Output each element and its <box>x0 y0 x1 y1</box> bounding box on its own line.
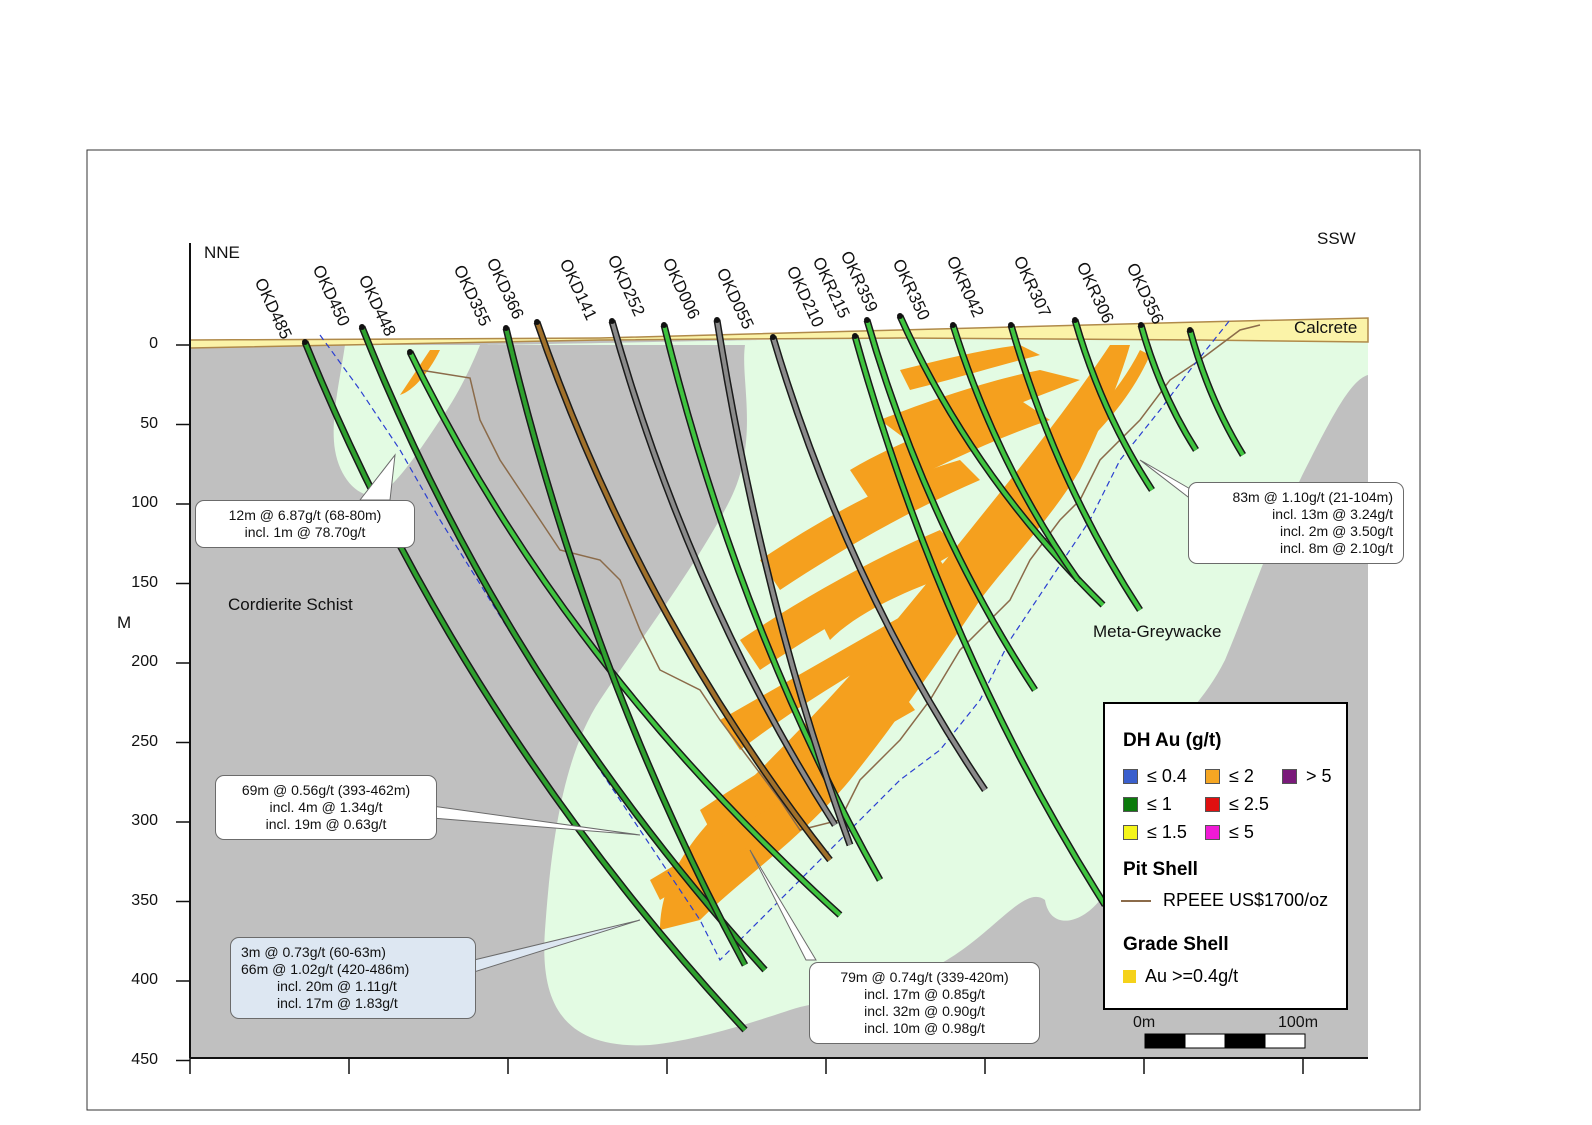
legend-grade-shell-item: Au >=0.4g/t <box>1123 966 1238 987</box>
legend-grade-item: ≤ 1 <box>1123 794 1172 815</box>
legend-grade-label: ≤ 2 <box>1229 766 1254 786</box>
callout-line: 83m @ 1.10g/t (21-104m) <box>1232 489 1393 505</box>
legend-grade-item: ≤ 1.5 <box>1123 822 1187 843</box>
depth-tick-label: 250 <box>131 732 158 750</box>
calcrete-label: Calcrete <box>1294 318 1358 337</box>
drillhole-collar <box>714 317 720 323</box>
legend-swatch <box>1123 797 1138 812</box>
drillhole-collar <box>534 319 540 325</box>
legend-grade-label: ≤ 0.4 <box>1147 766 1187 786</box>
scale-bar <box>1144 1033 1306 1049</box>
depth-unit-label: M <box>117 613 132 632</box>
callout-line: incl. 4m @ 1.34g/t <box>269 799 383 815</box>
intercept-callout-okd141: 79m @ 0.74g/t (339-420m) incl. 17m @ 0.8… <box>809 962 1040 1044</box>
callout-line: incl. 10m @ 0.98g/t <box>864 1020 985 1036</box>
legend-grade-item: ≤ 2 <box>1205 766 1254 787</box>
legend-swatch <box>1205 825 1220 840</box>
depth-tick-label: 400 <box>131 971 158 988</box>
legend-swatch <box>1123 825 1138 840</box>
depth-tick-label: 0 <box>149 335 158 352</box>
intercept-callout-okd485: 12m @ 6.87g/t (68-80m) incl. 1m @ 78.70g… <box>195 500 415 548</box>
drillhole-collar <box>950 322 956 328</box>
drillhole-collar <box>1072 317 1078 323</box>
intercept-callout-okd356: 83m @ 1.10g/t (21-104m) incl. 13m @ 3.24… <box>1188 482 1404 564</box>
drillhole-collar <box>407 349 413 355</box>
legend-pit-title: Pit Shell <box>1123 859 1198 880</box>
drillhole-collar <box>609 318 615 324</box>
callout-line: incl. 2m @ 3.50g/t <box>1279 523 1393 539</box>
callout-line: incl. 1m @ 78.70g/t <box>244 524 366 540</box>
drillhole-collar <box>770 334 776 340</box>
drillhole-collar <box>1187 327 1193 333</box>
legend-grade-label: Au >=0.4g/t <box>1145 966 1239 986</box>
legend-swatch <box>1205 769 1220 784</box>
intercept-callout-okd450: 3m @ 0.73g/t (60-63m) 66m @ 1.02g/t (420… <box>230 937 476 1019</box>
legend-grade-item: > 5 <box>1282 766 1332 787</box>
callout-line: incl. 8m @ 2.10g/t <box>1279 540 1393 556</box>
drillhole-collar <box>1138 322 1144 328</box>
depth-tick-label: 200 <box>131 653 158 670</box>
depth-tick-label: 300 <box>131 812 158 829</box>
callout-line: 79m @ 0.74g/t (339-420m) <box>840 969 1009 985</box>
drillhole-collar <box>302 339 308 345</box>
callout-line: incl. 17m @ 1.83g/t <box>277 995 398 1011</box>
legend-pit-label: RPEEE US$1700/oz <box>1163 890 1329 910</box>
callout-line: 69m @ 0.56g/t (393-462m) <box>241 782 411 798</box>
legend-dh-title: DH Au (g/t) <box>1123 730 1222 751</box>
callout-line: 12m @ 6.87g/t (68-80m) <box>228 507 382 523</box>
depth-tick-label: 450 <box>131 1050 158 1068</box>
legend-grade-label: ≤ 2.5 <box>1229 794 1269 814</box>
depth-tick-label: 150 <box>131 573 158 591</box>
drillhole-collar <box>359 324 365 330</box>
depth-tick-label: 100 <box>131 494 158 511</box>
direction-right-label: SSW <box>1317 229 1356 248</box>
drillhole-collar <box>897 313 903 319</box>
legend-grade-label: > 5 <box>1306 766 1332 786</box>
meta-greywacke-label: Meta-Greywacke <box>1093 622 1222 641</box>
direction-left-label: NNE <box>204 243 240 262</box>
legend-grade-label: ≤ 1.5 <box>1147 822 1187 842</box>
pit-line-swatch <box>1121 899 1151 902</box>
intercept-callout-okd355: 69m @ 0.56g/t (393-462m) incl. 4m @ 1.34… <box>215 775 437 840</box>
drillhole-collar <box>864 317 870 323</box>
legend-grade-item: ≤ 0.4 <box>1123 766 1187 787</box>
scale-bar-left-label: 0m <box>1133 1014 1156 1031</box>
depth-tick-label: 50 <box>140 414 158 432</box>
legend-swatch <box>1282 769 1297 784</box>
drillhole-collar <box>503 325 509 331</box>
callout-line: incl. 19m @ 0.63g/t <box>265 816 387 832</box>
legend-grade-label: ≤ 5 <box>1229 822 1254 842</box>
drillhole-collar <box>852 333 858 339</box>
callout-line: incl. 13m @ 3.24g/t <box>1272 506 1393 522</box>
cordierite-schist-label: Cordierite Schist <box>228 595 353 614</box>
legend-grade-item: ≤ 2.5 <box>1205 794 1269 815</box>
callout-line: incl. 32m @ 0.90g/t <box>864 1003 985 1019</box>
callout-line: incl. 17m @ 0.85g/t <box>864 986 985 1002</box>
legend-pit-item: RPEEE US$1700/oz <box>1121 890 1328 911</box>
legend-grade-label: ≤ 1 <box>1147 794 1172 814</box>
legend-grade-title: Grade Shell <box>1123 934 1229 955</box>
legend-swatch <box>1205 797 1220 812</box>
callout-line: 3m @ 0.73g/t (60-63m) <box>241 944 386 960</box>
legend-grade-item: ≤ 5 <box>1205 822 1254 843</box>
drillhole-collar <box>661 322 667 328</box>
callout-line: 66m @ 1.02g/t (420-486m) <box>241 961 410 977</box>
callout-line: incl. 20m @ 1.11g/t <box>277 978 397 994</box>
drillhole-collar <box>1008 322 1014 328</box>
scale-bar-right-label: 100m <box>1278 1014 1319 1031</box>
depth-tick-label: 350 <box>131 891 158 909</box>
legend-swatch <box>1123 769 1138 784</box>
map-legend: DH Au (g/t) ≤ 0.4 ≤ 2 > 5 ≤ 1 ≤ 2.5 ≤ 1.5 ≤ 5 … <box>1103 702 1348 1010</box>
grade-shell-swatch <box>1123 970 1136 983</box>
